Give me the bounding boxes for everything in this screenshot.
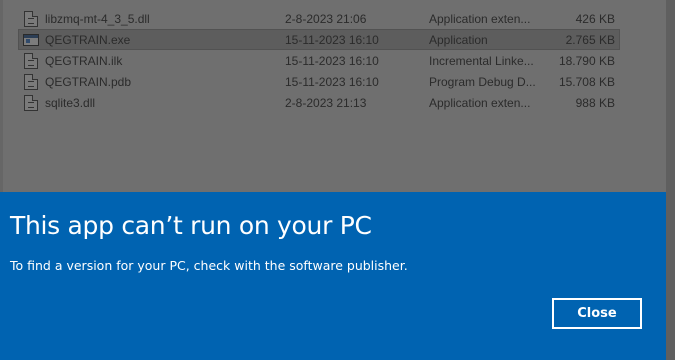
file-name: QEGTRAIN.exe bbox=[45, 32, 131, 47]
dll-file-icon bbox=[24, 94, 38, 111]
file-size: 15.708 KB bbox=[558, 74, 615, 89]
file-row[interactable]: QEGTRAIN.pdb 15-11-2023 16:10 Program De… bbox=[18, 71, 620, 92]
file-date: 15-11-2023 16:10 bbox=[285, 74, 379, 89]
file-name: libzmq-mt-4_3_5.dll bbox=[45, 11, 150, 26]
exe-file-icon bbox=[23, 33, 39, 46]
file-row[interactable]: libzmq-mt-4_3_5.dll 2-8-2023 21:06 Appli… bbox=[18, 8, 620, 29]
app-cannot-run-dialog: This app can’t run on your PC To find a … bbox=[0, 192, 666, 360]
file-name: QEGTRAIN.pdb bbox=[45, 74, 132, 89]
close-button[interactable]: Close bbox=[552, 298, 642, 329]
file-type: Application bbox=[429, 32, 488, 47]
file-row[interactable]: sqlite3.dll 2-8-2023 21:13 Application e… bbox=[18, 92, 620, 113]
dialog-message: To find a version for your PC, check wit… bbox=[10, 258, 408, 273]
ilk-file-icon bbox=[24, 52, 38, 69]
file-type: Incremental Linke... bbox=[429, 53, 534, 68]
file-type: Application exten... bbox=[429, 11, 531, 26]
file-date: 2-8-2023 21:13 bbox=[285, 95, 367, 110]
file-size: 988 KB bbox=[575, 95, 615, 110]
window-right-edge bbox=[666, 0, 675, 360]
pdb-file-icon bbox=[24, 73, 38, 90]
file-row-selected[interactable]: QEGTRAIN.exe 15-11-2023 16:10 Applicatio… bbox=[18, 29, 620, 50]
file-type: Program Debug D... bbox=[429, 74, 536, 89]
file-size: 18.790 KB bbox=[558, 53, 615, 68]
dialog-title: This app can’t run on your PC bbox=[10, 211, 372, 240]
file-size: 426 KB bbox=[575, 11, 615, 26]
file-size: 2.765 KB bbox=[565, 32, 615, 47]
file-name: QEGTRAIN.ilk bbox=[45, 53, 123, 68]
file-date: 2-8-2023 21:06 bbox=[285, 11, 367, 26]
file-type: Application exten... bbox=[429, 95, 531, 110]
file-row[interactable]: QEGTRAIN.ilk 15-11-2023 16:10 Incrementa… bbox=[18, 50, 620, 71]
file-list: libzmq-mt-4_3_5.dll 2-8-2023 21:06 Appli… bbox=[18, 8, 620, 113]
file-name: sqlite3.dll bbox=[45, 95, 96, 110]
dll-file-icon bbox=[24, 10, 38, 27]
file-date: 15-11-2023 16:10 bbox=[285, 32, 379, 47]
file-date: 15-11-2023 16:10 bbox=[285, 53, 379, 68]
